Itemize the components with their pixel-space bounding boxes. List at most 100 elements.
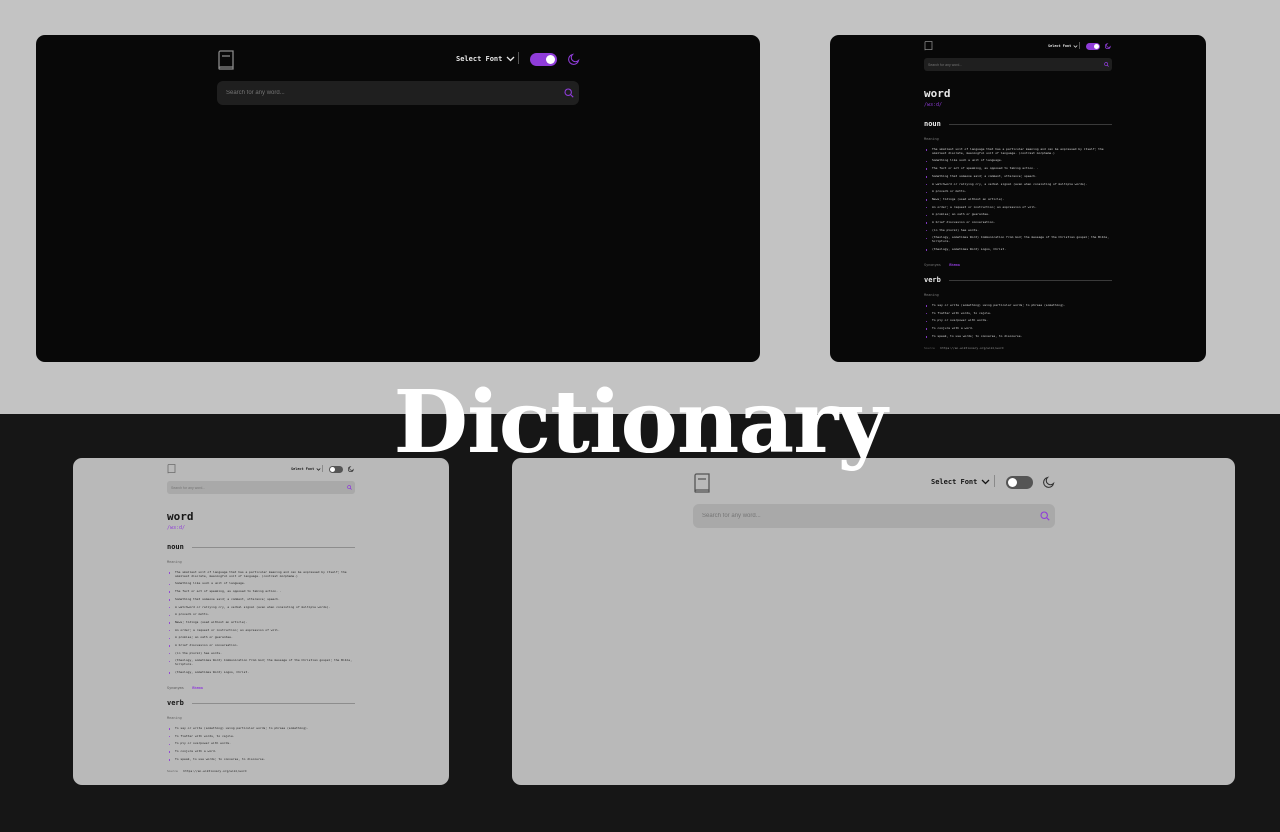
definition-item: To speak, to use words; to converse, to …: [924, 334, 1112, 339]
font-select-label: Select Font: [456, 55, 503, 63]
definition-item: (in the plural) See words.: [924, 228, 1112, 233]
toggle-knob: [546, 55, 555, 64]
section-divider: [948, 279, 1112, 281]
definition-item: To conjure with a word.: [167, 749, 355, 754]
search-bar[interactable]: [217, 81, 579, 105]
theme-toggle[interactable]: [530, 53, 557, 66]
moon-icon: [1043, 476, 1055, 488]
definition-item: A brief discussion or conversation.: [167, 643, 355, 648]
search-icon[interactable]: [1104, 62, 1109, 67]
definition-item: To conjure with a word.: [924, 326, 1112, 331]
preview-light-result: Select Font word /wɜːd/ noun Meaning The…: [73, 458, 449, 785]
definition-item: The fact or act of speaking, as opposed …: [167, 589, 355, 594]
definition-item: To say or write (something) using partic…: [924, 303, 1112, 308]
chevron-down-icon: [981, 479, 990, 485]
moon-icon: [1105, 43, 1111, 49]
preview-dark-empty: Select Font: [36, 35, 760, 362]
definition-item: A watchword or rallying cry, a verbal si…: [924, 182, 1112, 187]
book-icon[interactable]: [924, 41, 933, 51]
book-icon[interactable]: [693, 473, 711, 493]
search-bar[interactable]: [693, 504, 1055, 528]
definition-item: (theology, sometimes Word) Logos, Christ…: [167, 670, 355, 675]
meaning-label: Meaning: [167, 560, 182, 564]
definition-item: To say or write (something) using partic…: [167, 726, 355, 731]
font-select[interactable]: Select Font: [456, 55, 515, 63]
definition-item: To flatter with words, to cajole.: [924, 311, 1112, 316]
font-select[interactable]: Select Font: [931, 478, 990, 486]
search-icon[interactable]: [564, 88, 574, 98]
definition-item: (in the plural) See words.: [167, 651, 355, 656]
word-heading: word: [167, 510, 194, 523]
definition-item: (theology, sometimes Word) Logos, Christ…: [924, 247, 1112, 252]
preview-dark-result: Select Font word /wɜːd/ noun Meaning The…: [830, 35, 1206, 362]
font-select-label: Select Font: [931, 478, 978, 486]
moon-icon: [568, 53, 580, 65]
definition-item: A proverb or motto.: [924, 190, 1112, 194]
search-bar[interactable]: [167, 481, 355, 494]
verb-label: verb: [167, 699, 184, 707]
definition-item: Something that someone said; a comment, …: [167, 597, 355, 602]
book-icon[interactable]: [217, 50, 235, 70]
search-input[interactable]: [217, 90, 579, 96]
noun-heading: noun: [924, 120, 1112, 128]
search-bar[interactable]: [924, 58, 1112, 71]
definition-item: A promise; an oath or guarantee.: [167, 636, 355, 640]
definition-item: The fact or act of speaking, as opposed …: [924, 166, 1112, 171]
synonym-link[interactable]: Rhema: [192, 686, 203, 690]
source-link[interactable]: https://en.wiktionary.org/wiki/word: [940, 346, 1003, 350]
search-input[interactable]: [167, 485, 355, 490]
meaning-label: Meaning: [924, 293, 939, 297]
synonyms-row: Synonyms Rhema: [167, 686, 203, 690]
verb-heading: verb: [167, 699, 355, 707]
search-icon[interactable]: [347, 485, 352, 490]
theme-toggle[interactable]: [1086, 43, 1100, 50]
toggle-knob: [1008, 478, 1017, 487]
toggle-knob: [1094, 44, 1099, 49]
definition-item: (theology, sometimes Word) Communication…: [167, 658, 355, 666]
meaning-label: Meaning: [167, 716, 182, 720]
phonetic: /wɜːd/: [167, 525, 186, 531]
definition-item: Something that someone said; a comment, …: [924, 174, 1112, 179]
preview-light-empty: Select Font: [512, 458, 1235, 785]
section-divider: [948, 123, 1112, 125]
word-heading: word: [924, 87, 951, 100]
definition-item: To ply or overpower with words.: [167, 742, 355, 746]
synonym-link[interactable]: Rhema: [949, 263, 960, 267]
font-select[interactable]: Select Font: [1048, 44, 1078, 48]
noun-label: noun: [924, 120, 941, 128]
definition-item: A proverb or motto.: [167, 613, 355, 617]
definition-item: Something like such a unit of language.: [924, 159, 1112, 163]
showcase-title: Dictionary: [393, 372, 888, 473]
header-divider: [994, 475, 995, 487]
definition-item: An order; a request or instruction; an e…: [924, 205, 1112, 210]
section-divider: [191, 546, 355, 548]
noun-heading: noun: [167, 543, 355, 551]
theme-toggle[interactable]: [1006, 476, 1033, 489]
source-link[interactable]: https://en.wiktionary.org/wiki/word: [183, 769, 246, 773]
chevron-down-icon: [506, 56, 515, 62]
font-select-label: Select Font: [1048, 44, 1072, 48]
definition-item: News; tidings (used without an article).: [924, 197, 1112, 202]
noun-definitions: The smallest unit of language that has a…: [167, 570, 355, 679]
definition-item: (theology, sometimes Word) Communication…: [924, 235, 1112, 243]
definition-item: News; tidings (used without an article).: [167, 620, 355, 625]
verb-heading: verb: [924, 276, 1112, 284]
section-divider: [191, 702, 355, 704]
search-input[interactable]: [693, 513, 1055, 519]
verb-definitions: To say or write (something) using partic…: [167, 726, 355, 766]
source-label: Source: [924, 346, 935, 350]
synonyms-row: Synonyms Rhema: [924, 263, 960, 267]
search-icon[interactable]: [1040, 511, 1050, 521]
meaning-label: Meaning: [924, 137, 939, 141]
source-label: Source: [167, 769, 178, 773]
definition-item: To ply or overpower with words.: [924, 319, 1112, 323]
chevron-down-icon: [1073, 44, 1078, 48]
synonyms-label: Synonyms: [924, 263, 941, 267]
search-input[interactable]: [924, 62, 1112, 67]
header-divider: [1079, 42, 1080, 49]
definition-item: An order; a request or instruction; an e…: [167, 628, 355, 633]
definition-item: To speak, to use words; to converse, to …: [167, 757, 355, 762]
verb-label: verb: [924, 276, 941, 284]
definition-item: To flatter with words, to cajole.: [167, 734, 355, 739]
definition-item: A promise; an oath or guarantee.: [924, 213, 1112, 217]
